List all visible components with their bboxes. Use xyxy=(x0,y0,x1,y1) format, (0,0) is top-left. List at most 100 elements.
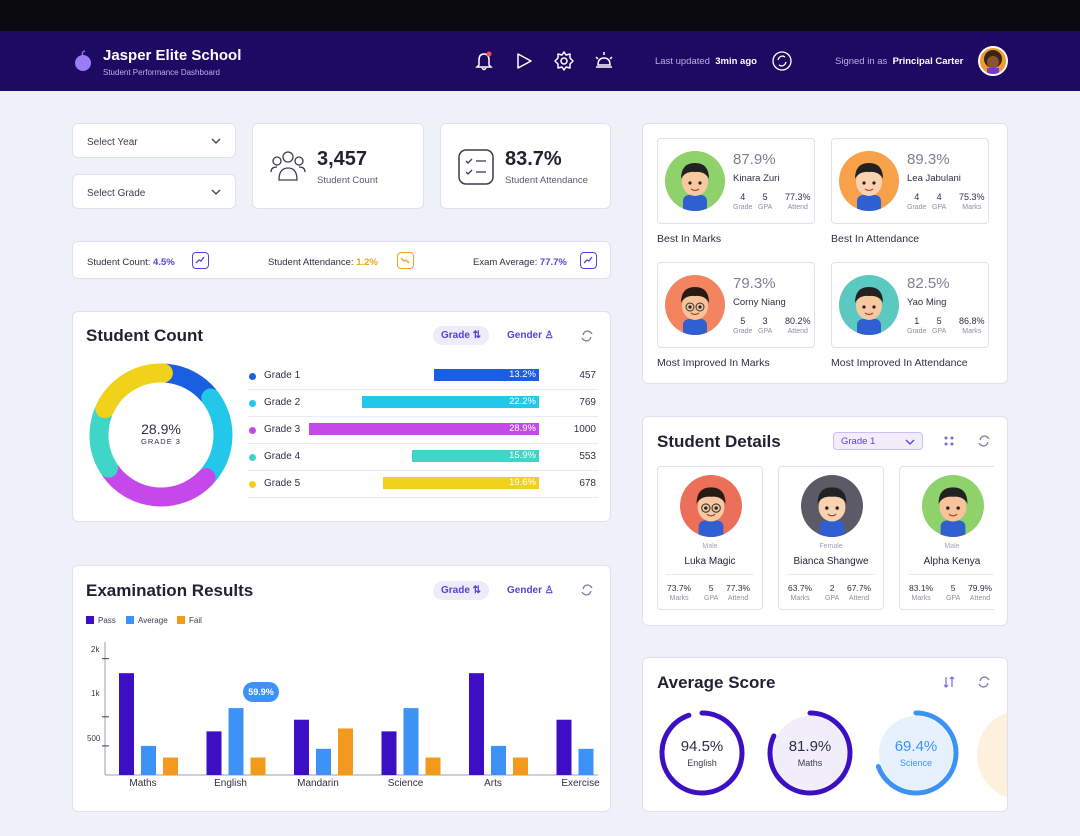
grade-name: Grade 4 xyxy=(264,451,301,462)
x-label-science: Science xyxy=(387,778,424,789)
stat-attend: 67.7% Attend xyxy=(847,583,872,602)
bar-fail-maths[interactable] xyxy=(163,757,178,775)
refresh-icon[interactable] xyxy=(580,583,594,597)
student-count-label: Student Count xyxy=(317,175,378,186)
bar-average-arts[interactable] xyxy=(491,745,506,775)
bar-average-english[interactable] xyxy=(228,708,244,775)
stat-gpa: 5 GPA xyxy=(946,583,961,602)
refresh-icon[interactable] xyxy=(977,434,991,448)
students-group-icon xyxy=(270,151,306,181)
stat-1: 1 Grade xyxy=(907,316,927,335)
bar-fail-english[interactable] xyxy=(250,757,266,775)
kpi-student-count-card: 3,457 Student Count xyxy=(252,123,424,209)
stat-2: 4 GPA xyxy=(932,192,947,211)
bar-average-mandarin[interactable] xyxy=(316,748,331,775)
legend-pass: Pass xyxy=(86,616,116,625)
bar-pass-exercise[interactable] xyxy=(556,719,572,775)
bar-fail-science[interactable] xyxy=(425,757,441,775)
grade-count: 1000 xyxy=(573,424,596,435)
legend-average: Average xyxy=(126,616,168,625)
header: Jasper Elite School Student Performance … xyxy=(0,31,1080,91)
student-detail-card[interactable]: Male Luka Magic 73.7% Marks 5 GPA 77.3% Attend xyxy=(657,466,763,610)
bar-fail-mandarin[interactable] xyxy=(338,728,353,775)
grade-count: 678 xyxy=(579,478,596,489)
grade-dot xyxy=(249,454,256,461)
top-student-card[interactable]: 89.3% Lea Jabulani 4 Grade 4 GPA 75.3% Marks xyxy=(831,138,989,224)
bar-average-science[interactable] xyxy=(403,708,419,775)
grade-row[interactable]: Grade 3 28.9% 1000 xyxy=(248,418,598,444)
attendance-label: Student Attendance xyxy=(505,175,588,186)
grade-select-dropdown[interactable]: Grade 1 xyxy=(833,432,923,450)
top-black-bar xyxy=(0,0,1080,31)
y-tick-1k: 1k xyxy=(91,689,100,698)
student-count-title: Student Count xyxy=(86,326,204,345)
donut-center-label: GRADE 3 xyxy=(141,437,181,446)
grade-pct: 22.2% xyxy=(509,396,536,407)
grade-row[interactable]: Grade 1 13.2% 457 xyxy=(248,364,598,390)
grade-row[interactable]: Grade 5 19.6% 678 xyxy=(248,472,598,498)
student-name: Corny Niang xyxy=(733,297,786,308)
top-student-card[interactable]: 82.5% Yao Ming 1 Grade 5 GPA 86.8% Marks xyxy=(831,262,989,348)
trend-down-icon xyxy=(397,252,414,269)
student-detail-card[interactable]: Male Alpha Kenya 83.1% Marks 5 GPA 79.9% Attend xyxy=(899,466,994,610)
grade-name: Grade 1 xyxy=(264,370,301,381)
grade-pct: 13.2% xyxy=(509,369,536,380)
student-name: Luka Magic xyxy=(684,556,736,567)
trend-summary-row: Student Count: 4.5% Student Attendance: … xyxy=(72,241,611,279)
gender-filter-button[interactable]: Gender ♙ xyxy=(507,330,554,341)
last-updated-value: 3min ago xyxy=(715,56,757,67)
x-label-exercise: Exercise xyxy=(561,778,600,789)
legend-fail: Fail xyxy=(177,616,202,625)
grade-name: Grade 3 xyxy=(264,424,301,435)
grade-sort-button[interactable]: Grade ⇅ xyxy=(433,581,490,600)
select-year-dropdown[interactable]: Select Year xyxy=(72,123,236,158)
x-label-maths: Maths xyxy=(129,778,157,789)
bar-pass-maths[interactable] xyxy=(119,673,134,775)
select-grade-dropdown[interactable]: Select Grade xyxy=(72,174,236,209)
chevron-down-icon xyxy=(211,189,221,195)
refresh-icon[interactable] xyxy=(977,675,991,689)
stat-1: 5 Grade xyxy=(733,316,753,335)
sort-icon[interactable] xyxy=(942,675,956,689)
bell-icon[interactable] xyxy=(473,50,495,72)
stat-marks: 83.1% Marks xyxy=(909,583,934,602)
student-score: 79.3% xyxy=(733,275,776,292)
bar-average-maths[interactable] xyxy=(141,745,156,775)
student-score: 87.9% xyxy=(733,151,776,168)
grade-sort-button[interactable]: Grade ⇅ xyxy=(433,326,490,345)
grade-count: 553 xyxy=(579,451,596,462)
y-tick-2k: 2k xyxy=(91,645,100,654)
sun-icon[interactable] xyxy=(593,50,615,72)
top-student-card[interactable]: 87.9% Kinara Zuri 4 Grade 5 GPA 77.3% Attend xyxy=(657,138,815,224)
student-avatar xyxy=(839,275,899,335)
dashboard-subtitle: Student Performance Dashboard xyxy=(103,68,220,77)
bar-average-exercise[interactable] xyxy=(578,748,594,775)
student-gender: Female xyxy=(819,543,843,550)
gear-icon[interactable] xyxy=(553,50,575,72)
top-student-card[interactable]: 79.3% Corny Niang 5 Grade 3 GPA 80.2% Attend xyxy=(657,262,815,348)
grade-name: Grade 5 xyxy=(264,478,301,489)
student-score: 89.3% xyxy=(907,151,950,168)
refresh-icon[interactable] xyxy=(580,329,594,343)
student-avatar xyxy=(665,275,725,335)
bar-pass-science[interactable] xyxy=(381,731,397,775)
bar-pass-arts[interactable] xyxy=(469,673,484,775)
grade-row[interactable]: Grade 2 22.2% 769 xyxy=(248,391,598,417)
school-name: Jasper Elite School xyxy=(103,47,242,64)
bar-pass-english[interactable] xyxy=(206,731,222,775)
last-updated: Last updated 3min ago xyxy=(655,56,757,67)
grade-bar: 19.6% xyxy=(383,477,539,489)
x-label-arts: Arts xyxy=(484,778,502,789)
user-avatar[interactable] xyxy=(978,46,1008,76)
bar-fail-arts[interactable] xyxy=(513,757,528,775)
bar-pass-mandarin[interactable] xyxy=(294,719,309,775)
grade-row[interactable]: Grade 4 15.9% 553 xyxy=(248,445,598,471)
grade-dot xyxy=(249,427,256,434)
student-detail-card[interactable]: Female Bianca Shangwe 63.7% Marks 2 GPA 67.7% A… xyxy=(778,466,884,610)
gender-filter-button[interactable]: Gender ♙ xyxy=(507,585,554,596)
apple-logo-icon xyxy=(75,50,91,71)
grid-layout-icon[interactable] xyxy=(942,434,956,448)
play-icon[interactable] xyxy=(513,50,535,72)
student-avatar xyxy=(839,151,899,211)
refresh-icon[interactable] xyxy=(771,50,793,72)
